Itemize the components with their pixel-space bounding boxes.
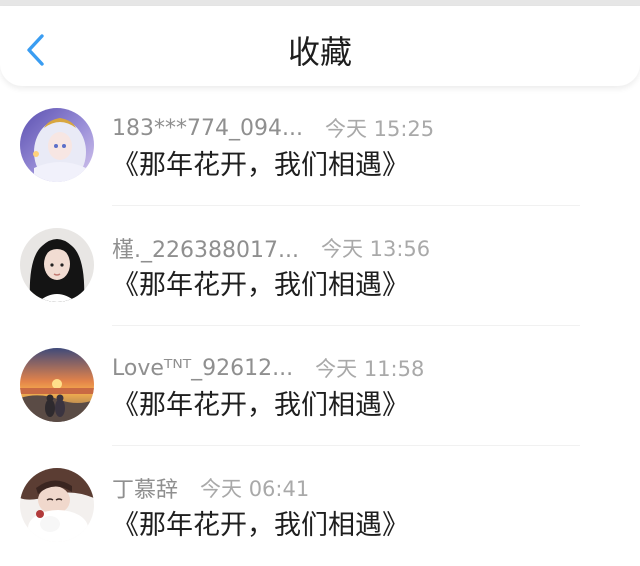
favorites-list: 183***774_094... 今天 15:25 《那年花开，我们相遇》 槿.…: [0, 86, 640, 566]
timestamp: 今天 13:56: [320, 237, 431, 261]
timestamp: 今天 15:25: [324, 117, 435, 141]
avatar[interactable]: [20, 348, 94, 422]
page-title: 收藏: [287, 33, 352, 71]
message-preview: 《那年花开，我们相遇》: [112, 510, 409, 541]
list-item[interactable]: 183***774_094... 今天 15:25 《那年花开，我们相遇》: [0, 86, 640, 206]
list-item[interactable]: 槿._226388017... 今天 13:56 《那年花开，我们相遇》: [0, 206, 640, 326]
anime-character-avatar: [20, 108, 94, 182]
timestamp: 今天 06:41: [200, 477, 310, 501]
username[interactable]: 槿._226388017...: [112, 232, 299, 264]
message-preview: 《那年花开，我们相遇》: [112, 390, 409, 421]
avatar[interactable]: [20, 468, 94, 542]
girl-portrait-avatar: [20, 228, 94, 302]
username[interactable]: 183***774_094...: [112, 116, 303, 141]
avatar[interactable]: [20, 108, 94, 182]
username[interactable]: Loveᵀᴺᵀ_92612...: [112, 356, 293, 381]
nav-header: 收藏: [0, 6, 640, 86]
avatar[interactable]: [20, 228, 94, 302]
list-item[interactable]: 丁慕辞 今天 06:41 《那年花开，我们相遇》: [0, 446, 640, 566]
message-preview: 《那年花开，我们相遇》: [112, 270, 409, 301]
message-preview: 《那年花开，我们相遇》: [112, 150, 409, 181]
list-item[interactable]: Loveᵀᴺᵀ_92612... 今天 11:58 《那年花开，我们相遇》: [0, 326, 640, 446]
username[interactable]: 丁慕辞: [112, 472, 178, 504]
timestamp: 今天 11:58: [315, 357, 425, 381]
sunset-beach-avatar: [20, 348, 94, 422]
girl-with-cat-avatar: [20, 468, 94, 542]
